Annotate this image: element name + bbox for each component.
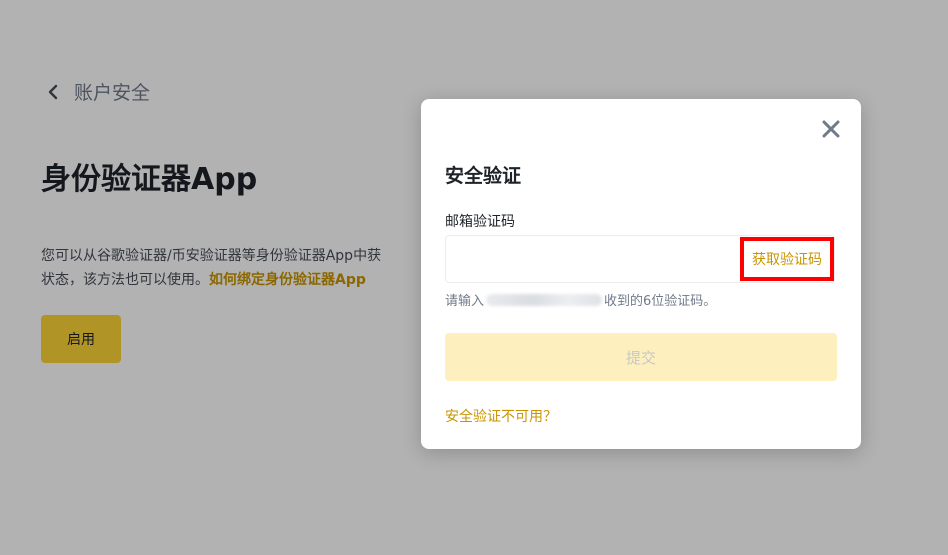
hint-suffix: 收到的6位验证码。 bbox=[604, 294, 717, 309]
close-icon[interactable] bbox=[819, 117, 843, 141]
email-code-input[interactable] bbox=[446, 236, 736, 282]
modal-title: 安全验证 bbox=[445, 165, 522, 187]
masked-email bbox=[486, 293, 603, 306]
hint-prefix: 请输入 bbox=[445, 294, 485, 309]
submit-button[interactable]: 提交 bbox=[445, 333, 837, 381]
verification-unavailable-link[interactable]: 安全验证不可用？ bbox=[445, 406, 557, 426]
email-code-label: 邮箱验证码 bbox=[445, 214, 515, 230]
security-verification-modal: 安全验证 邮箱验证码 获取验证码 请输入 收到的6位验证码。 提交 安全验证不可… bbox=[421, 99, 861, 449]
code-hint: 请输入 收到的6位验证码。 bbox=[445, 290, 716, 309]
email-code-field: 获取验证码 bbox=[445, 235, 835, 283]
get-code-button[interactable]: 获取验证码 bbox=[740, 237, 834, 281]
